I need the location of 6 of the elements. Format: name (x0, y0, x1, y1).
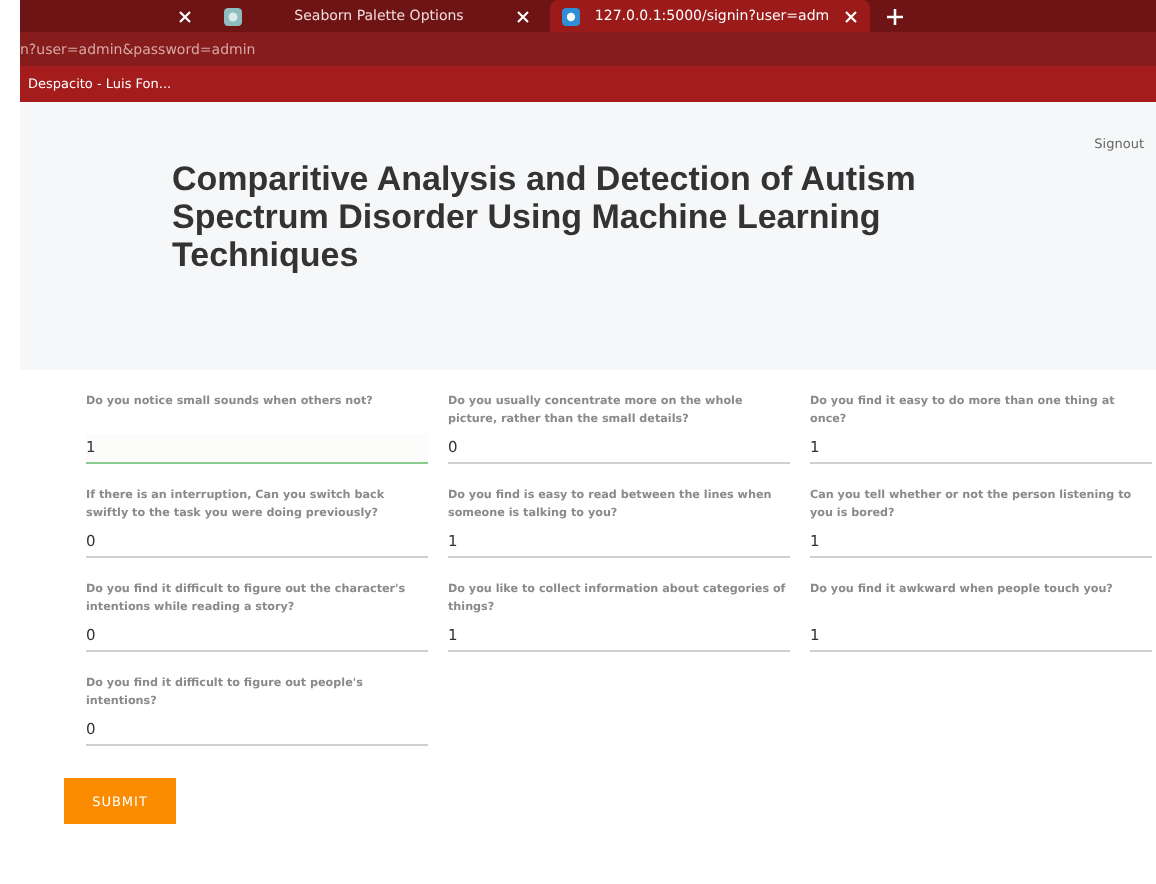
close-icon[interactable] (178, 9, 192, 23)
add-tab-icon[interactable] (886, 7, 904, 25)
page-icon (224, 7, 242, 25)
close-icon[interactable] (844, 9, 858, 23)
close-icon[interactable] (516, 9, 530, 23)
page-title: Comparitive Analysis and Detection of Autism Spectrum Disorder Using Machine Learning Techniques (172, 160, 918, 274)
